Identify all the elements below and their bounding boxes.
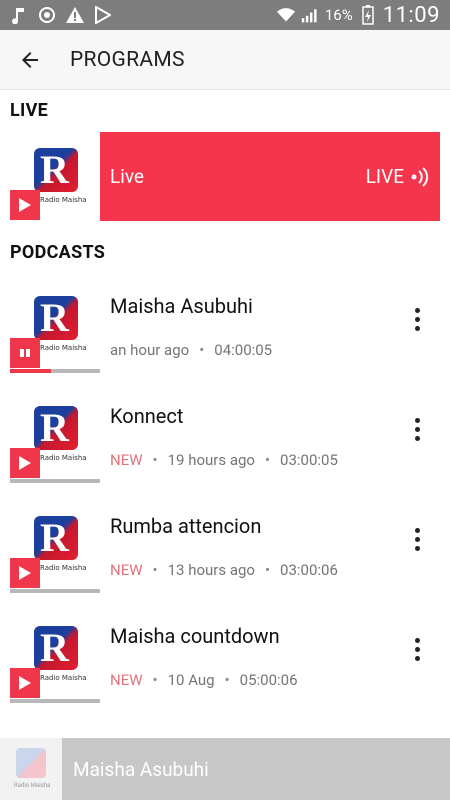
logo-text: Radio Maisha — [40, 454, 87, 462]
live-thumbnail: R Radio Maisha — [10, 142, 100, 220]
separator-dot: • — [152, 451, 158, 469]
podcast-thumbnail: R Radio Maisha — [10, 510, 100, 593]
arrow-back-icon — [22, 51, 38, 68]
logo-letter: R — [40, 147, 69, 192]
podcast-age: 10 Aug — [167, 671, 215, 689]
separator-dot: • — [199, 341, 205, 359]
podcast-thumbnail: R Radio Maisha — [10, 620, 100, 703]
separator-dot: • — [224, 671, 230, 689]
playback-progress — [10, 699, 100, 703]
more-options-icon[interactable] — [404, 409, 430, 449]
more-options-icon[interactable] — [404, 629, 430, 669]
live-card[interactable]: Live LIVE — [100, 132, 440, 221]
music-note-icon — [10, 6, 28, 24]
play-icon — [19, 676, 31, 690]
podcast-duration: 05:00:06 — [239, 671, 298, 689]
logo-text: Radio Maisha — [40, 344, 87, 352]
podcast-thumbnail: R Radio Maisha — [10, 290, 100, 373]
new-label: NEW — [110, 671, 143, 689]
logo-text: Radio Maisha — [40, 564, 87, 572]
app-bar: PROGRAMS — [0, 30, 450, 90]
play-button[interactable] — [10, 558, 40, 588]
mini-player-thumbnail: Radio Maisha — [0, 738, 62, 800]
broadcast-icon — [411, 166, 429, 187]
podcast-duration: 03:00:06 — [280, 561, 338, 579]
podcast-meta: an hour ago • 04:00:05 — [110, 341, 272, 359]
logo-text: Radio Maisha — [40, 196, 87, 204]
live-play-button[interactable] — [10, 190, 40, 220]
play-icon — [19, 198, 31, 212]
play-icon — [19, 456, 31, 470]
play-icon — [19, 566, 31, 580]
mini-player-logo — [16, 748, 46, 778]
clock: 11:09 — [382, 2, 440, 28]
podcast-title: Rumba attencion — [110, 514, 262, 538]
logo-letter: R — [40, 405, 69, 450]
live-badge-label: LIVE — [365, 165, 404, 188]
battery-charging-icon — [359, 5, 377, 25]
more-options-icon[interactable] — [404, 299, 430, 339]
podcast-title: Konnect — [110, 404, 184, 428]
warning-icon — [66, 6, 84, 24]
podcast-age: an hour ago — [110, 341, 190, 359]
back-button[interactable] — [0, 30, 60, 90]
separator-dot: • — [264, 561, 271, 579]
pause-button[interactable] — [10, 338, 40, 368]
logo-letter: R — [40, 625, 69, 670]
play-button[interactable] — [10, 448, 40, 478]
new-label: NEW — [110, 451, 143, 469]
podcast-title: Maisha Asubuhi — [110, 294, 253, 318]
mini-player-logo-text: Radio Maisha — [14, 782, 51, 789]
page-title: PROGRAMS — [70, 47, 185, 72]
mini-player[interactable]: Radio Maisha Maisha Asubuhi — [0, 738, 450, 800]
logo-letter: R — [40, 515, 69, 560]
new-label: NEW — [110, 561, 143, 579]
mini-player-title: Maisha Asubuhi — [73, 758, 209, 781]
battery-percentage: 16% — [324, 6, 353, 24]
playback-progress — [10, 589, 100, 593]
podcast-meta: NEW • 10 Aug • 05:00:06 — [110, 671, 298, 689]
pause-icon — [20, 349, 30, 357]
logo-letter: R — [40, 295, 69, 340]
wifi-icon — [276, 6, 295, 24]
live-card-title: Live — [110, 165, 145, 188]
podcast-thumbnail: R Radio Maisha — [10, 400, 100, 483]
podcast-duration: 03:00:05 — [280, 451, 338, 469]
live-badge: LIVE — [366, 165, 430, 188]
playback-progress-fill — [10, 369, 51, 373]
podcast-duration: 04:00:05 — [214, 341, 273, 359]
live-section-heading: LIVE — [10, 100, 49, 121]
separator-dot: • — [264, 451, 271, 469]
podcast-meta: NEW • 13 hours ago • 03:00:06 — [110, 561, 338, 579]
signal-icon — [301, 6, 319, 24]
podcasts-section-heading: PODCASTS — [10, 242, 106, 263]
podcast-age: 19 hours ago — [167, 451, 255, 469]
logo-text: Radio Maisha — [40, 674, 87, 682]
podcast-age: 13 hours ago — [167, 561, 255, 579]
playback-progress — [10, 479, 100, 483]
play-button[interactable] — [10, 668, 40, 698]
playback-progress — [10, 369, 100, 373]
more-options-icon[interactable] — [404, 519, 430, 559]
podcast-title: Maisha countdown — [110, 624, 280, 648]
separator-dot: • — [152, 671, 158, 689]
podcast-meta: NEW • 19 hours ago • 03:00:05 — [110, 451, 338, 469]
status-bar: 16% 11:09 — [0, 0, 450, 30]
play-store-icon — [94, 6, 112, 24]
sync-icon — [38, 6, 56, 24]
separator-dot: • — [152, 561, 158, 579]
